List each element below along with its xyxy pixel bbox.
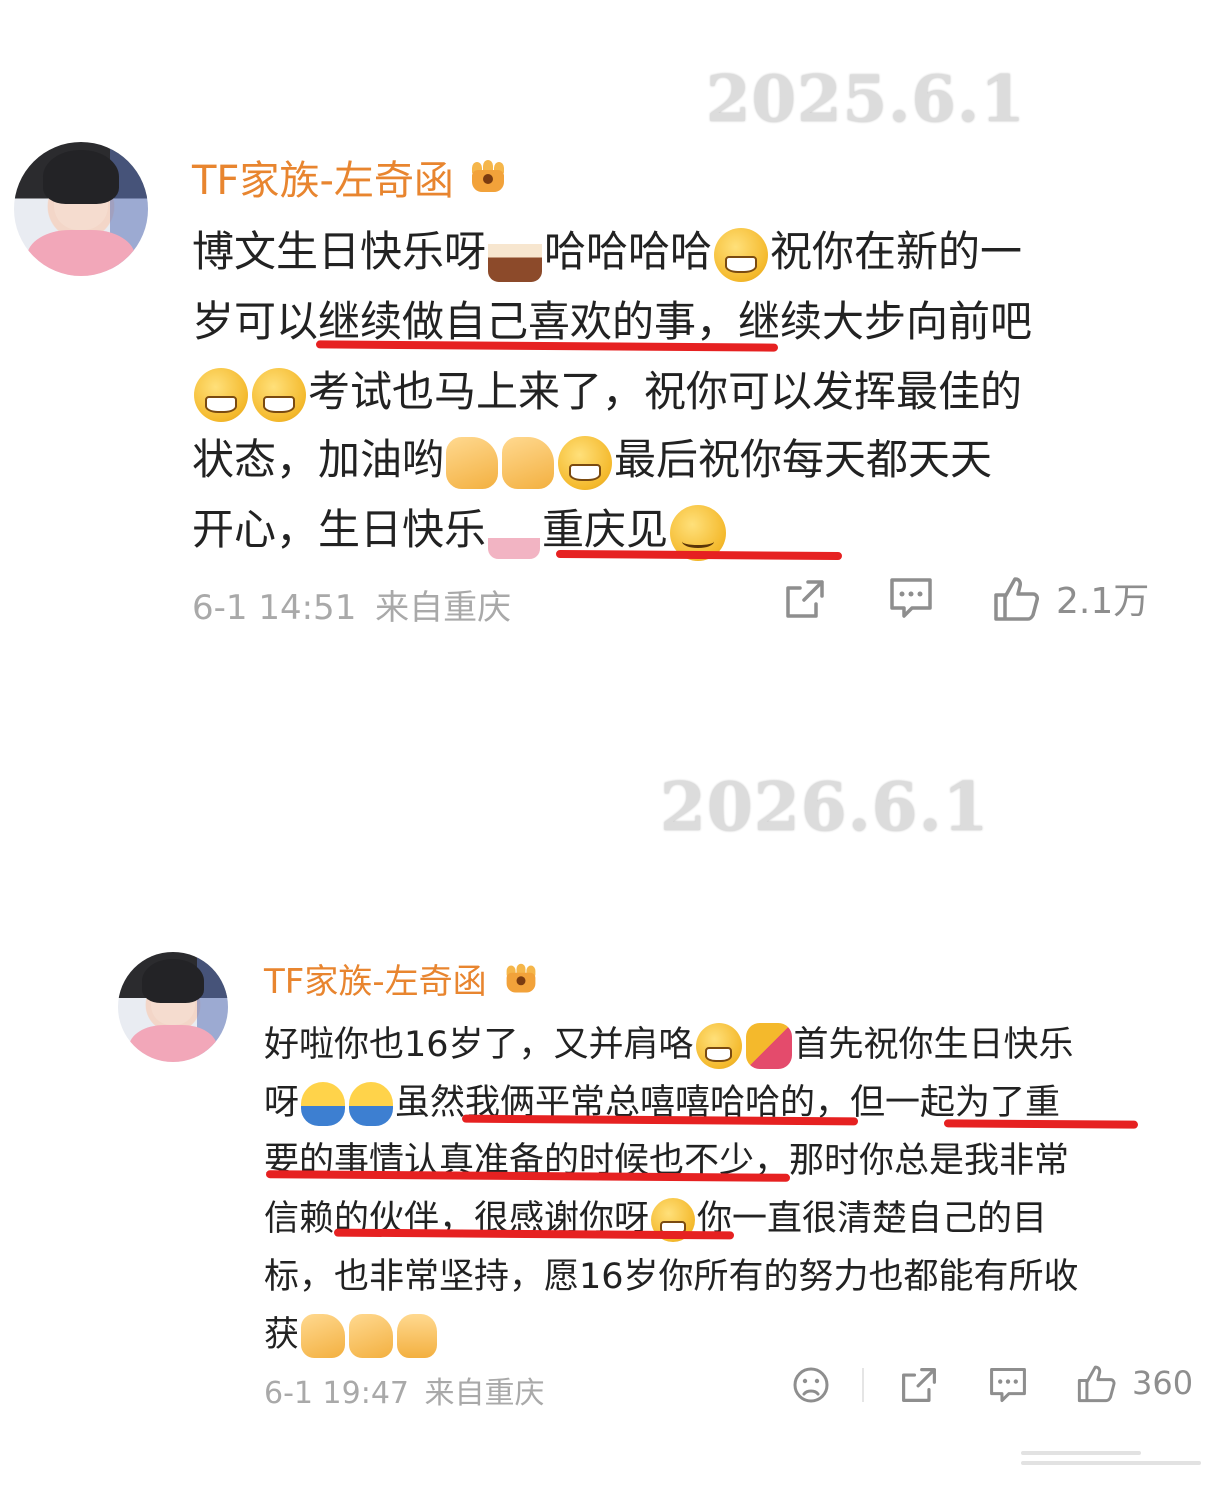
divider: [862, 1368, 864, 1402]
like-count: 360: [1132, 1364, 1194, 1402]
comment-meta: 6-1 19:47 来自重庆: [264, 1368, 545, 1412]
grin-emoji-icon: [252, 367, 306, 422]
share-icon: [786, 580, 824, 618]
cake-emoji-icon: [488, 227, 543, 282]
crown-badge-icon: [503, 963, 539, 994]
share-button[interactable]: [900, 1366, 938, 1404]
hug-emoji-icon: [349, 1082, 394, 1126]
comment-icon: [890, 578, 932, 618]
share-button[interactable]: [784, 578, 826, 620]
comment-location: 来自重庆: [375, 588, 512, 628]
thumbs-up-emoji-icon: [446, 436, 499, 489]
thumbs-up-emoji-icon: [349, 1314, 394, 1358]
thumbs-up-emoji-icon: [502, 436, 555, 489]
comment-meta: 6-1 14:51 来自重庆: [192, 580, 511, 629]
grin-emoji-icon: [695, 1023, 742, 1069]
like-count: 2.1万: [1056, 581, 1150, 622]
comment-line: 考试也马上来了，祝你可以发挥最佳的: [192, 358, 1022, 422]
thumbs-up-icon: [1077, 1365, 1116, 1403]
share-icon: [902, 1368, 936, 1402]
year-label-2025: 2025.6.1: [706, 62, 1026, 137]
comment-time: 6-1 14:51: [192, 588, 357, 628]
comment-button[interactable]: [988, 1366, 1028, 1404]
grin-emoji-icon: [558, 435, 613, 490]
grin-emoji-icon: [194, 367, 248, 422]
username-text: TF家族-左奇函: [192, 158, 454, 204]
avatar[interactable]: [118, 952, 228, 1062]
comment-icon: [990, 1367, 1026, 1403]
thumbs-up-emoji-icon: [301, 1314, 346, 1358]
highlight-underline: [943, 1119, 1139, 1129]
username[interactable]: TF家族-左奇函: [264, 954, 541, 1003]
comment-line: 好啦你也16岁了，又并肩咯 首先祝你生日快乐: [264, 1016, 1074, 1069]
username[interactable]: TF家族-左奇函: [192, 148, 508, 206]
hug-emoji-icon: [301, 1082, 346, 1126]
thumbs-up-icon: [994, 577, 1039, 621]
crown-badge-icon: [468, 160, 508, 194]
comment-line: 获: [264, 1306, 439, 1358]
comment-line: 博文生日快乐呀 哈哈哈哈 祝你在新的一: [192, 218, 1022, 282]
comment-location: 来自重庆: [424, 1376, 545, 1411]
comment-line: 标，也非常坚持，愿16岁你所有的努力也都能有所收: [264, 1257, 1079, 1297]
year-label-2026: 2026.6.1: [660, 768, 990, 846]
like-button[interactable]: 360: [1076, 1362, 1193, 1404]
watermark-logo: [1021, 1443, 1211, 1475]
grin-emoji-icon: [714, 227, 769, 282]
comment-button[interactable]: [888, 576, 934, 620]
party-popper-emoji-icon: [745, 1023, 792, 1069]
victory-hand-emoji-icon: [397, 1314, 438, 1358]
comment-line: 状态，加油哟 最后祝你每天都天天: [192, 426, 992, 490]
like-button[interactable]: 2.1万: [992, 572, 1149, 624]
comment-time: 6-1 19:47: [264, 1376, 409, 1411]
cake-emoji-icon: [488, 506, 541, 559]
username-text: TF家族-左奇函: [264, 962, 487, 1002]
sad-face-icon: [793, 1367, 829, 1403]
avatar[interactable]: [14, 142, 148, 276]
dislike-button[interactable]: [792, 1366, 830, 1404]
